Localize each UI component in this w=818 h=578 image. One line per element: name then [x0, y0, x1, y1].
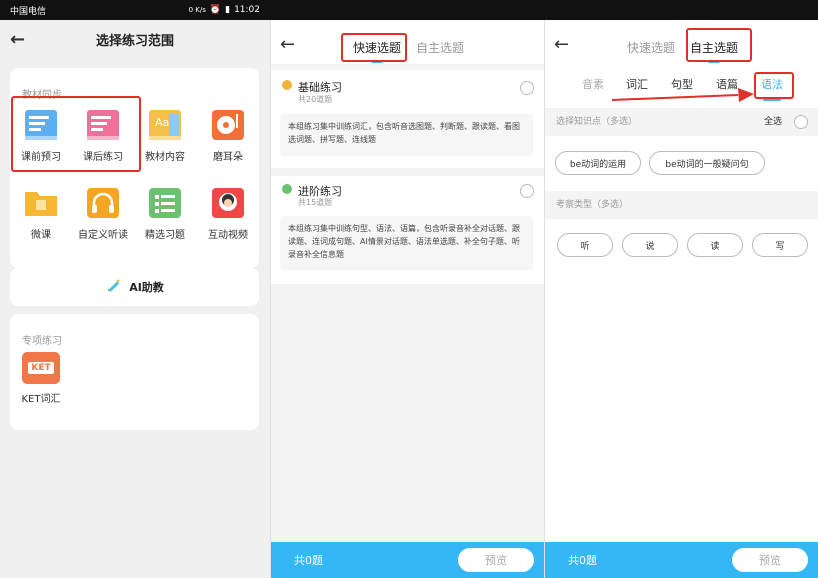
back-arrow-icon[interactable]: ← [280, 34, 295, 55]
tab-custom-select[interactable]: 自主选题 [416, 39, 464, 56]
svg-text:Aa: Aa [155, 116, 169, 129]
grid-item-label: 自定义听读 [78, 230, 128, 241]
preview-button[interactable]: 预览 [732, 548, 808, 572]
record-player-icon [210, 108, 246, 142]
exercise-advanced[interactable]: 进阶练习 共15道题 本组练习集中训练句型、语法、语篇，包含听录音补全对话题、跟… [270, 176, 544, 284]
ket-icon: KET [22, 352, 60, 384]
knowledge-label: 选择知识点（多选） [556, 117, 638, 127]
special-practice-card: 专项练习 KET KET词汇 [10, 314, 259, 430]
custom-select-panel: ← 快速选题 自主选题 音素 词汇 句型 语篇 语法 选择知识点（多选） 全选 … [544, 20, 818, 578]
ai-assistant-button[interactable]: AI助教 [10, 268, 259, 306]
exercise-radio[interactable] [520, 81, 534, 95]
status-bar-strip [544, 0, 818, 20]
grid-item-ket[interactable]: KET KET词汇 [10, 352, 72, 405]
status-bar-strip [270, 0, 544, 20]
grid-item-label: 互动视频 [208, 230, 248, 241]
knowledge-point-header: 选择知识点（多选） 全选 [544, 108, 818, 136]
exercise-count: 共20道题 [298, 95, 333, 104]
type-label: 考察类型（多选） [556, 200, 629, 210]
section-label: 专项练习 [22, 336, 62, 347]
network-speed: 0 K/s [188, 6, 206, 14]
wand-icon [105, 277, 123, 298]
avatar-video-icon [210, 186, 246, 220]
select-all-radio[interactable] [794, 115, 808, 129]
type-chip-read[interactable]: 读 [687, 233, 743, 257]
exercise-count: 共15道题 [298, 198, 333, 207]
list-icon [147, 186, 183, 220]
clock: 11:02 [234, 5, 260, 15]
ai-label: AI助教 [129, 281, 164, 294]
level-badge-icon [282, 184, 292, 194]
alarm-icon: ⏰ [209, 5, 222, 15]
grid-item-label: 教材内容 [145, 152, 185, 163]
grid-item-selected-exercises[interactable]: 精选习题 [134, 186, 196, 241]
exercise-description: 本组练习集中训练句型、语法、语篇，包含听录音补全对话题、跟读题、连词成句题、AI… [280, 216, 533, 270]
page-title: 选择练习范围 [95, 33, 174, 49]
back-arrow-icon[interactable]: ← [10, 29, 25, 50]
exercise-basic[interactable]: 基础练习 共20道题 本组练习集中训练词汇，包含听音选图题、判断题、跟读题、看图… [270, 70, 544, 168]
exercise-title: 基础练习 [298, 81, 342, 94]
grid-item-interactive-video[interactable]: 互动视频 [197, 186, 259, 241]
exercise-radio[interactable] [520, 184, 534, 198]
highlight-box [686, 28, 752, 62]
highlight-box [754, 72, 794, 99]
status-bar: 中国电信 0 K/s ⏰ ▮ 11:02 [0, 0, 270, 20]
grid-item-label: KET词汇 [21, 394, 61, 405]
type-chip-write[interactable]: 写 [752, 233, 808, 257]
exercise-description: 本组练习集中训练词汇，包含听音选图题、判断题、跟读题、看图选词题、拼写题、连线题 [280, 114, 533, 156]
top-bar: ← 选择练习范围 [0, 20, 270, 58]
folder-icon [23, 186, 59, 220]
panel-divider [544, 20, 545, 578]
quick-select-panel: ← 快速选题 自主选题 基础练习 共20道题 本组练习集中训练词汇，包含听音选图… [270, 20, 544, 578]
highlight-box [341, 33, 407, 62]
panel-divider [270, 20, 271, 578]
tab-quick-select[interactable]: 快速选题 [627, 39, 675, 56]
preview-button[interactable]: 预览 [458, 548, 534, 572]
type-chip-speak[interactable]: 说 [622, 233, 678, 257]
battery-icon: ▮ [225, 5, 231, 15]
grid-item-ear-training[interactable]: 磨耳朵 [197, 108, 259, 163]
selected-count: 共0题 [294, 554, 323, 567]
highlight-box [11, 96, 141, 172]
knowledge-chip[interactable]: be动词的运用 [555, 151, 641, 175]
type-chip-listen[interactable]: 听 [557, 233, 613, 257]
carrier-label: 中国电信 [10, 6, 47, 17]
knowledge-chip[interactable]: be动词的一般疑问句 [649, 151, 765, 175]
pencil-badge-icon [282, 80, 292, 90]
red-arrow-icon [611, 88, 754, 102]
grid-item-label: 磨耳朵 [213, 152, 243, 163]
practice-scope-panel: ← 选择练习范围 教材同步 课前预习 课后练习 Aa 教材内容 磨耳朵 微课 自… [0, 20, 270, 578]
footer-bar: 共0题 预览 [270, 542, 544, 578]
grid-item-label: 精选习题 [145, 230, 185, 241]
headphones-icon [85, 186, 121, 220]
subtab-phoneme[interactable]: 音素 [582, 76, 604, 92]
footer-bar: 共0题 预览 [544, 542, 818, 578]
grid-item-label: 微课 [31, 230, 51, 241]
top-bar: ← 快速选题 自主选题 [270, 20, 544, 64]
select-all-label: 全选 [763, 117, 782, 127]
grid-item-micro-lesson[interactable]: 微课 [10, 186, 72, 241]
grid-item-textbook[interactable]: Aa 教材内容 [134, 108, 196, 163]
grid-item-custom-listening[interactable]: 自定义听读 [72, 186, 134, 241]
textbook-icon: Aa [147, 108, 183, 142]
top-bar: ← 快速选题 自主选题 [544, 20, 818, 64]
question-type-header: 考察类型（多选） [544, 191, 818, 219]
selected-count: 共0题 [568, 554, 597, 567]
back-arrow-icon[interactable]: ← [554, 34, 569, 55]
